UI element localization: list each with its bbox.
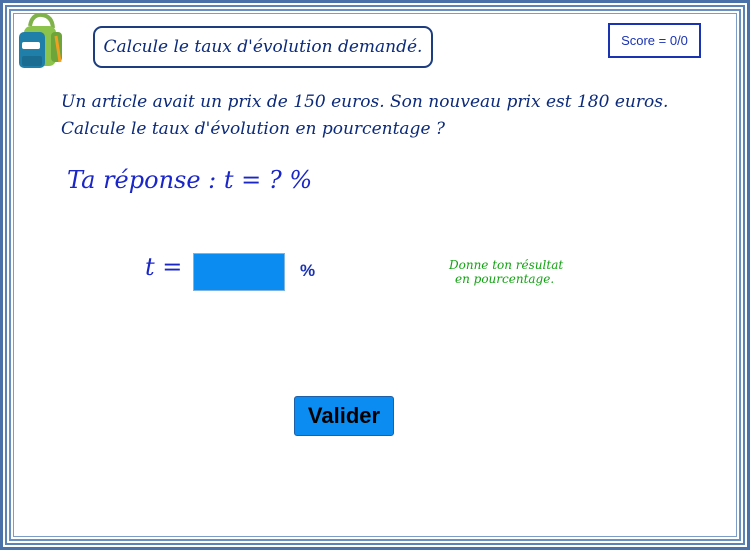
hint-line-1: Donne ton résultat — [449, 258, 564, 272]
hint-line-2: en pourcentage. — [455, 272, 555, 286]
answer-input[interactable] — [193, 253, 285, 291]
page-frame — [0, 0, 750, 550]
percent-unit: % — [300, 261, 316, 280]
t-equals-label: t = — [145, 253, 183, 281]
question-line-1: Un article avait un prix de 150 euros. S… — [61, 92, 669, 112]
answer-prompt: Ta réponse : t = ? % — [67, 166, 313, 194]
question-text: Un article avait un prix de 150 euros. S… — [61, 89, 701, 143]
score-badge: Score = 0/0 — [608, 23, 701, 58]
instruction-title: Calcule le taux d'évolution demandé. — [93, 26, 433, 68]
question-line-2: Calcule le taux d'évolution en pourcenta… — [61, 119, 446, 139]
backpack-icon — [19, 12, 62, 68]
validate-button[interactable]: Valider — [294, 396, 394, 436]
hint-text: Donne ton résultat en pourcentage. — [449, 258, 563, 286]
